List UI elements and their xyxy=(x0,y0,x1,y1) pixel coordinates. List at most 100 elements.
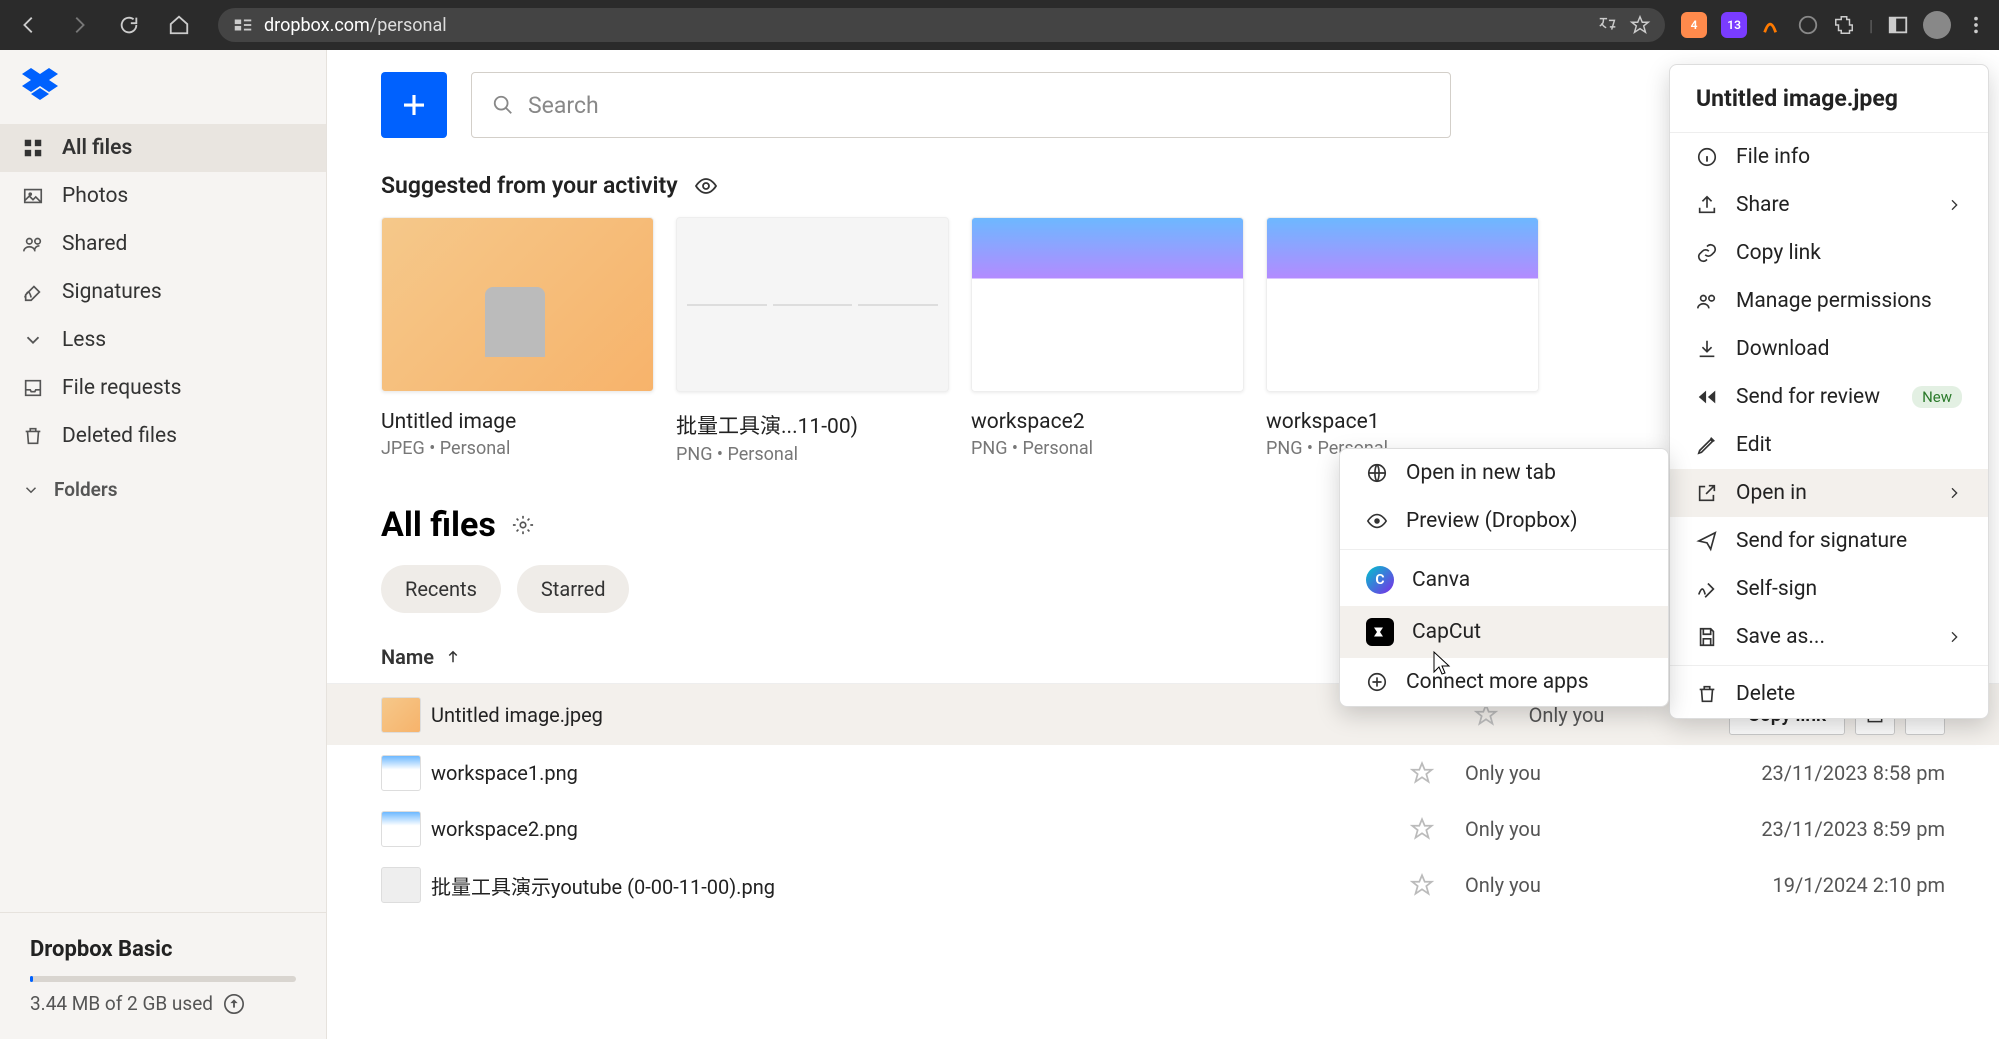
file-modified: 23/11/2023 8:59 pm xyxy=(1665,817,1945,841)
ctx-send-for-review[interactable]: Send for reviewNew xyxy=(1670,373,1988,421)
inbox-icon xyxy=(22,377,44,399)
section-title: All files xyxy=(381,505,496,545)
signature-icon xyxy=(22,281,44,303)
people-icon xyxy=(1696,290,1718,312)
chevron-down-icon xyxy=(22,481,40,499)
plus-circle-icon xyxy=(1366,671,1388,693)
extension-icon-3[interactable] xyxy=(1761,14,1783,36)
ctx-file-info[interactable]: File info xyxy=(1670,133,1988,181)
ctx-open-in[interactable]: Open in xyxy=(1670,469,1988,517)
context-submenu-open-in: Open in new tab Preview (Dropbox) CCanva… xyxy=(1339,448,1669,707)
extension-badge-1[interactable]: 4 xyxy=(1681,12,1707,38)
kebab-menu-icon[interactable] xyxy=(1965,14,1987,36)
ctx-copy-link[interactable]: Copy link xyxy=(1670,229,1988,277)
file-access: Only you xyxy=(1465,873,1665,897)
people-icon xyxy=(22,233,44,255)
upgrade-icon[interactable] xyxy=(223,993,245,1015)
globe-icon xyxy=(1366,462,1388,484)
ctx-self-sign[interactable]: Self-sign xyxy=(1670,565,1988,613)
url-bar[interactable]: dropbox.com/personal xyxy=(218,8,1665,42)
file-modified: 23/11/2023 8:58 pm xyxy=(1665,761,1945,785)
separator xyxy=(1670,665,1988,666)
sidebar-item-label: File requests xyxy=(62,376,181,400)
url-path: /personal xyxy=(370,15,447,36)
eye-icon[interactable] xyxy=(694,174,718,198)
ctx-open-new-tab[interactable]: Open in new tab xyxy=(1340,449,1668,497)
file-thumb-icon xyxy=(381,811,421,847)
sidebar-item-less[interactable]: Less xyxy=(0,316,326,364)
star-icon[interactable] xyxy=(1409,760,1435,786)
send-icon xyxy=(1696,530,1718,552)
sidebar-item-shared[interactable]: Shared xyxy=(0,220,326,268)
back-button[interactable] xyxy=(12,8,46,42)
storage-bar xyxy=(30,976,296,982)
file-thumb-icon xyxy=(381,867,421,903)
photo-icon xyxy=(22,185,44,207)
file-row[interactable]: workspace2.png Only you 23/11/2023 8:59 … xyxy=(327,801,1999,857)
thumbnail xyxy=(971,217,1244,392)
thumbnail xyxy=(381,217,654,392)
search-icon xyxy=(492,94,514,116)
download-icon xyxy=(1696,338,1718,360)
pencil-icon xyxy=(1696,434,1718,456)
ctx-send-for-signature[interactable]: Send for signature xyxy=(1670,517,1988,565)
thumbnail xyxy=(676,217,949,392)
bookmark-star-icon[interactable] xyxy=(1629,14,1651,36)
suggested-card[interactable]: 批量工具演...11-00) PNG • Personal xyxy=(676,217,949,465)
ctx-edit[interactable]: Edit xyxy=(1670,421,1988,469)
file-row[interactable]: workspace1.png Only you 23/11/2023 8:58 … xyxy=(327,745,1999,801)
star-icon[interactable] xyxy=(1409,872,1435,898)
suggested-card[interactable]: workspace2 PNG • Personal xyxy=(971,217,1244,465)
chevron-right-icon xyxy=(1946,485,1962,501)
file-name: workspace1.png xyxy=(431,761,1409,785)
ctx-manage-permissions[interactable]: Manage permissions xyxy=(1670,277,1988,325)
sidebar-item-deleted-files[interactable]: Deleted files xyxy=(0,412,326,460)
suggested-card[interactable]: Untitled image JPEG • Personal xyxy=(381,217,654,465)
pill-recents[interactable]: Recents xyxy=(381,565,501,613)
plan-name: Dropbox Basic xyxy=(30,937,296,962)
pill-starred[interactable]: Starred xyxy=(517,565,630,613)
browser-toolbar: dropbox.com/personal 4 13 | xyxy=(0,0,1999,50)
context-menu: Untitled image.jpeg File info Share Copy… xyxy=(1669,64,1989,719)
file-name: workspace2.png xyxy=(431,817,1409,841)
folders-header[interactable]: Folders xyxy=(0,460,326,519)
ctx-download[interactable]: Download xyxy=(1670,325,1988,373)
ctx-connect-more-apps[interactable]: Connect more apps xyxy=(1340,658,1668,706)
storage-widget: Dropbox Basic 3.44 MB of 2 GB used xyxy=(0,912,326,1039)
translate-icon[interactable] xyxy=(1597,14,1619,36)
file-access: Only you xyxy=(1465,817,1665,841)
ctx-share[interactable]: Share xyxy=(1670,181,1988,229)
new-button[interactable] xyxy=(381,72,447,138)
suggested-card[interactable]: workspace1 PNG • Personal xyxy=(1266,217,1539,465)
sidebar-item-photos[interactable]: Photos xyxy=(0,172,326,220)
gear-icon[interactable] xyxy=(512,514,534,536)
ctx-preview-dropbox[interactable]: Preview (Dropbox) xyxy=(1340,497,1668,545)
dropbox-logo[interactable] xyxy=(0,50,326,124)
ctx-save-as[interactable]: Save as... xyxy=(1670,613,1988,661)
sidebar-item-file-requests[interactable]: File requests xyxy=(0,364,326,412)
sidebar-item-signatures[interactable]: Signatures xyxy=(0,268,326,316)
extensions-button[interactable] xyxy=(1833,14,1855,36)
search-input[interactable]: Search xyxy=(471,72,1451,138)
forward-button[interactable] xyxy=(62,8,96,42)
capcut-icon xyxy=(1366,618,1394,646)
chevron-down-icon xyxy=(22,329,44,351)
thumbnail xyxy=(1266,217,1539,392)
ctx-delete[interactable]: Delete xyxy=(1670,670,1988,718)
eye-icon xyxy=(1366,510,1388,532)
extension-badge-2[interactable]: 13 xyxy=(1721,12,1747,38)
sidebar-item-all-files[interactable]: All files xyxy=(0,124,326,172)
extension-icon-4[interactable] xyxy=(1797,14,1819,36)
home-button[interactable] xyxy=(162,8,196,42)
star-icon[interactable] xyxy=(1409,816,1435,842)
sidepanel-icon[interactable] xyxy=(1887,14,1909,36)
ctx-capcut[interactable]: CapCut xyxy=(1340,606,1668,658)
ctx-canva[interactable]: CCanva xyxy=(1340,554,1668,606)
file-row[interactable]: 批量工具演示youtube (0-00-11-00).png Only you … xyxy=(327,857,1999,913)
rewind-icon xyxy=(1696,386,1718,408)
sidebar-item-label: Signatures xyxy=(62,280,162,304)
site-settings-icon xyxy=(232,14,254,36)
profile-avatar[interactable] xyxy=(1923,11,1951,39)
reload-button[interactable] xyxy=(112,8,146,42)
file-thumb-icon xyxy=(381,755,421,791)
